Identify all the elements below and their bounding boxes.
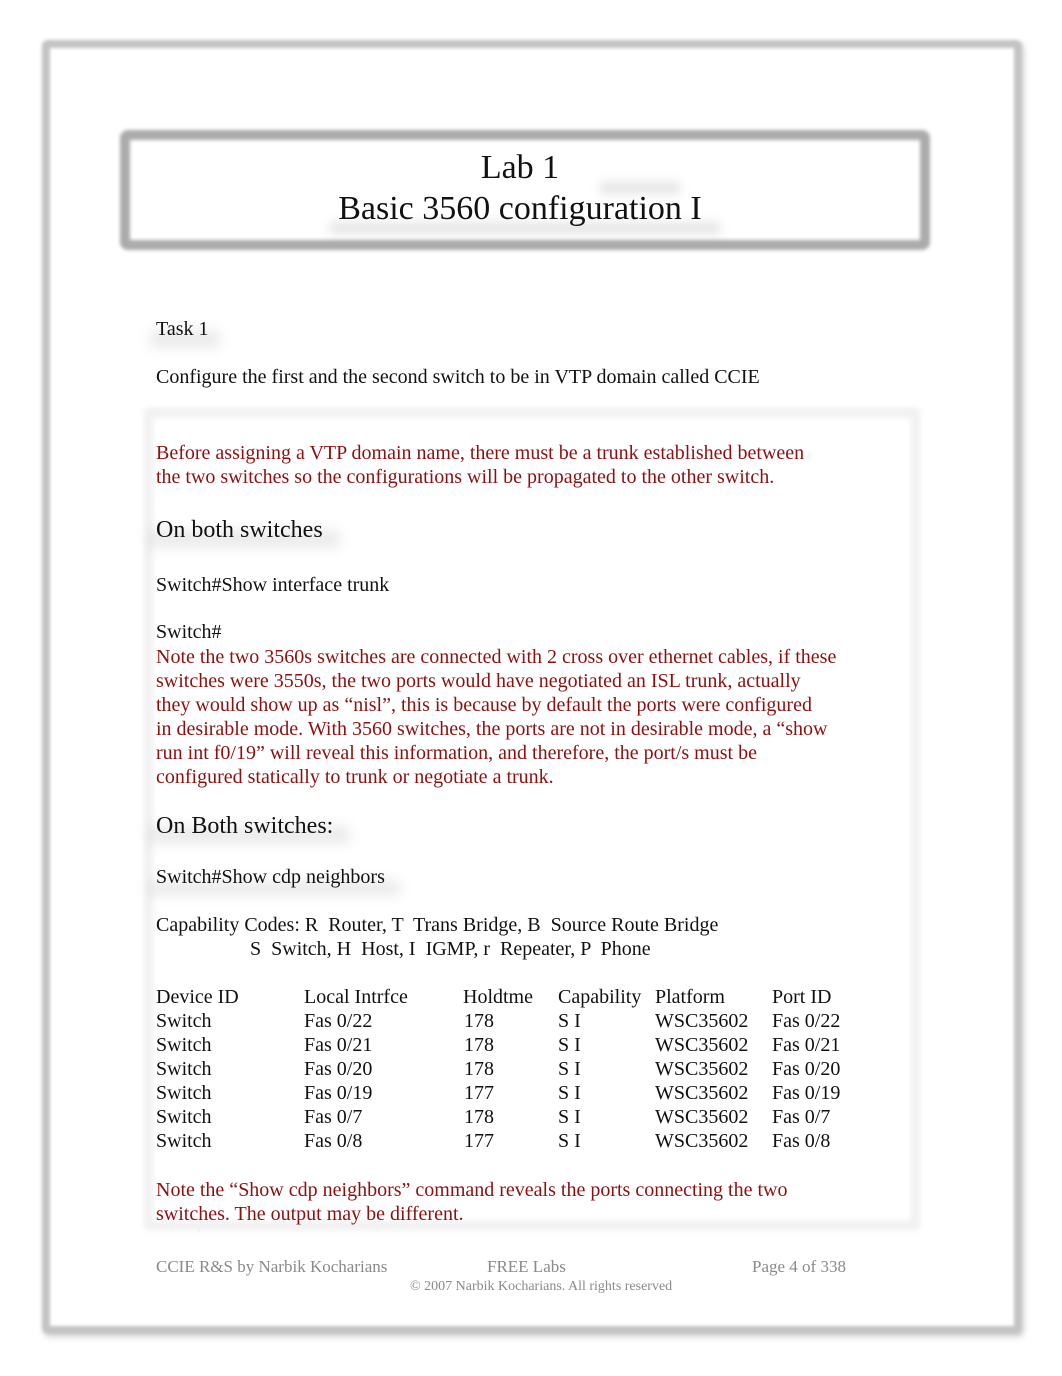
holdtime-cell: 177 <box>464 1130 494 1152</box>
local-interface-cell: Fas 0/7 <box>304 1106 363 1128</box>
local-interface-cell: Fas 0/8 <box>304 1130 363 1152</box>
column-header: Port ID <box>772 986 832 1008</box>
platform-cell: WSC35602 <box>655 1130 749 1152</box>
task-description: Configure the first and the second switc… <box>156 366 760 388</box>
trunk-note-line: in desirable mode. With 3560 switches, t… <box>156 718 828 740</box>
device-id-cell: Switch <box>156 1034 212 1056</box>
trunk-note-line: Note the two 3560s switches are connecte… <box>156 646 837 668</box>
capability-cell: S I <box>558 1130 581 1152</box>
platform-cell: WSC35602 <box>655 1034 749 1056</box>
footer-page-number: Page 4 of 338 <box>752 1257 846 1276</box>
holdtime-cell: 177 <box>464 1082 494 1104</box>
cdp-note-line: Note the “Show cdp neighbors” command re… <box>156 1179 788 1201</box>
section-heading-on-both-switches: On both switches <box>156 517 323 543</box>
capability-cell: S I <box>558 1082 581 1104</box>
lab-number: Lab 1 <box>480 149 560 186</box>
holdtime-cell: 178 <box>464 1106 494 1128</box>
column-header: Platform <box>655 986 725 1008</box>
platform-cell: WSC35602 <box>655 1058 749 1080</box>
footer-author: CCIE R&S by Narbik Kocharians <box>156 1257 388 1276</box>
column-header: Holdtme <box>463 986 533 1008</box>
device-id-cell: Switch <box>156 1082 212 1104</box>
platform-cell: WSC35602 <box>655 1082 749 1104</box>
capability-codes-line: Capability Codes: R Router, T Trans Brid… <box>156 914 719 936</box>
device-id-cell: Switch <box>156 1058 212 1080</box>
device-id-cell: Switch <box>156 1010 212 1032</box>
footer-copyright: © 2007 Narbik Kocharians. All rights res… <box>410 1279 673 1294</box>
port-id-cell: Fas 0/21 <box>772 1034 841 1056</box>
lab-title: Lab 1 Basic 3560 configuration I <box>120 130 920 250</box>
column-header: Local Intrfce <box>304 986 408 1008</box>
command-show-cdp-neighbors: Switch#Show cdp neighbors <box>156 866 385 888</box>
intro-note-line: Before assigning a VTP domain name, ther… <box>156 442 805 464</box>
platform-cell: WSC35602 <box>655 1106 749 1128</box>
holdtime-cell: 178 <box>464 1010 494 1032</box>
lab-name: Basic 3560 configuration I <box>338 190 702 227</box>
command-prompt: Switch# <box>156 621 222 643</box>
command-show-interface-trunk: Switch#Show interface trunk <box>156 574 390 596</box>
section-heading-on-both-switches-2: On Both switches: <box>156 813 334 839</box>
capability-cell: S I <box>558 1058 581 1080</box>
local-interface-cell: Fas 0/21 <box>304 1034 373 1056</box>
column-header: Device ID <box>156 986 239 1008</box>
trunk-note-line: they would show up as “nisl”, this is be… <box>156 694 812 716</box>
local-interface-cell: Fas 0/19 <box>304 1082 373 1104</box>
intro-note-line: the two switches so the configurations w… <box>156 466 775 488</box>
capability-cell: S I <box>558 1106 581 1128</box>
cdp-note-line: switches. The output may be different. <box>156 1203 464 1225</box>
capability-cell: S I <box>558 1034 581 1056</box>
footer-center: FREE Labs <box>487 1257 566 1276</box>
trunk-note-line: switches were 3550s, the two ports would… <box>156 670 801 692</box>
trunk-note-line: configured statically to trunk or negoti… <box>156 766 554 788</box>
device-id-cell: Switch <box>156 1130 212 1152</box>
trunk-note-line: run int f0/19” will reveal this informat… <box>156 742 757 764</box>
device-id-cell: Switch <box>156 1106 212 1128</box>
holdtime-cell: 178 <box>464 1034 494 1056</box>
column-header: Capability <box>558 986 642 1008</box>
task-label: Task 1 <box>156 318 209 340</box>
port-id-cell: Fas 0/22 <box>772 1010 841 1032</box>
port-id-cell: Fas 0/7 <box>772 1106 831 1128</box>
platform-cell: WSC35602 <box>655 1010 749 1032</box>
port-id-cell: Fas 0/8 <box>772 1130 831 1152</box>
port-id-cell: Fas 0/20 <box>772 1058 841 1080</box>
local-interface-cell: Fas 0/22 <box>304 1010 373 1032</box>
holdtime-cell: 178 <box>464 1058 494 1080</box>
capability-cell: S I <box>558 1010 581 1032</box>
local-interface-cell: Fas 0/20 <box>304 1058 373 1080</box>
port-id-cell: Fas 0/19 <box>772 1082 841 1104</box>
capability-codes-line: S Switch, H Host, I IGMP, r Repeater, P … <box>250 938 651 960</box>
